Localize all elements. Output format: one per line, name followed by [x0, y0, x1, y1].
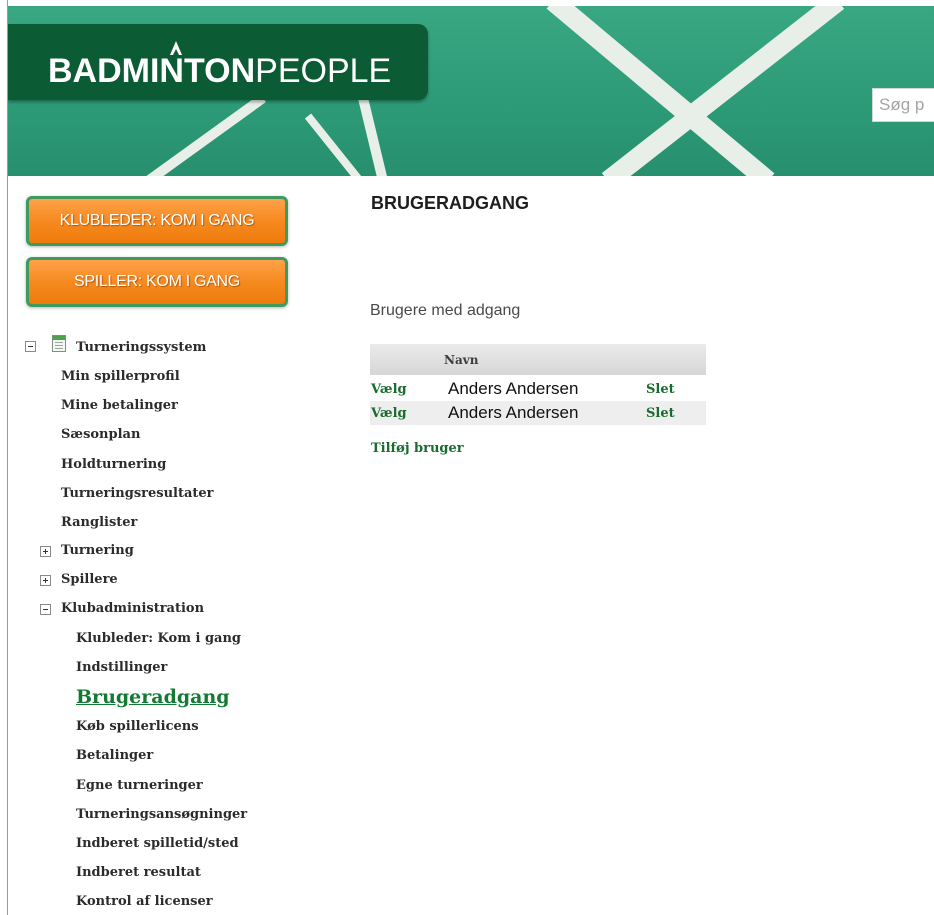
nav-turneringsresultater[interactable]: Turneringsresultater: [61, 486, 214, 501]
nav-brugeradgang[interactable]: Brugeradgang: [76, 686, 230, 708]
table-row: Vælg Anders Andersen Slet: [370, 401, 706, 425]
expand-icon[interactable]: [40, 575, 51, 586]
nav-klubleder-kom-i-gang[interactable]: Klubleder: Kom i gang: [76, 631, 241, 646]
brand-logo[interactable]: BADMINTONPEOPLE: [48, 54, 391, 88]
nav-holdturnering[interactable]: Holdturnering: [61, 457, 166, 472]
nav-indberet-spilletid[interactable]: Indberet spilletid/sted: [76, 836, 239, 851]
nav-ranglister[interactable]: Ranglister: [61, 515, 137, 530]
nav-turneringsansoegninger[interactable]: Turneringsansøgninger: [76, 807, 247, 822]
nav-spillere[interactable]: Spillere: [61, 572, 118, 587]
club-leader-start-button[interactable]: KLUBLEDER: KOM I GANG: [26, 196, 288, 246]
table-row: Vælg Anders Andersen Slet: [370, 377, 706, 401]
header-banner: BADMINTONPEOPLE: [8, 6, 934, 176]
nav-indberet-resultat[interactable]: Indberet resultat: [76, 865, 201, 880]
nav-min-spillerprofil[interactable]: Min spillerprofil: [61, 369, 180, 384]
nav-indstillinger[interactable]: Indstillinger: [76, 660, 167, 675]
logo-word-people: PEOPLE: [255, 52, 392, 90]
page-title: BRUGERADGANG: [371, 193, 530, 213]
delete-user-link[interactable]: Slet: [646, 382, 675, 397]
add-user-link[interactable]: Tilføj bruger: [371, 441, 464, 456]
user-name: Anders Andersen: [448, 403, 579, 422]
collapse-icon[interactable]: [40, 604, 51, 615]
player-start-button[interactable]: SPILLER: KOM I GANG: [26, 257, 288, 307]
section-title: Brugere med adgang: [370, 302, 521, 319]
nav-koeb-spillerlicens[interactable]: Køb spillerlicens: [76, 719, 199, 734]
nav-turnering[interactable]: Turnering: [61, 543, 134, 558]
nav-saesonplan[interactable]: Sæsonplan: [61, 427, 140, 442]
select-user-link[interactable]: Vælg: [371, 406, 407, 421]
collapse-icon[interactable]: [25, 341, 36, 352]
table-header: Navn: [370, 344, 706, 375]
nav-klubadministration[interactable]: Klubadministration: [61, 601, 204, 616]
document-icon: [52, 335, 66, 352]
nav-egne-turneringer[interactable]: Egne turneringer: [76, 778, 203, 793]
logo-word-badminton: BADMINTON: [48, 52, 256, 90]
nav-mine-betalinger[interactable]: Mine betalinger: [61, 398, 178, 413]
select-user-link[interactable]: Vælg: [371, 382, 407, 397]
search-input[interactable]: [872, 88, 934, 122]
column-header-name: Navn: [444, 353, 479, 367]
nav-kontrol-af-licenser[interactable]: Kontrol af licenser: [76, 894, 213, 909]
nav-betalinger[interactable]: Betalinger: [76, 748, 153, 763]
user-name: Anders Andersen: [448, 379, 579, 398]
expand-icon[interactable]: [40, 546, 51, 557]
delete-user-link[interactable]: Slet: [646, 406, 675, 421]
nav-turneringssystem[interactable]: Turneringssystem: [76, 340, 206, 355]
